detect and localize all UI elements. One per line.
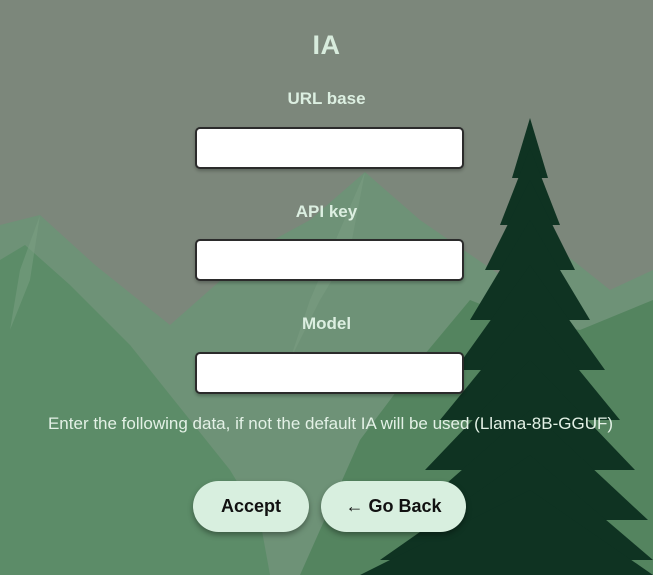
api-key-input[interactable] [195, 239, 464, 281]
go-back-button[interactable]: ← Go Back [321, 481, 466, 532]
api-key-label: API key [295, 202, 358, 221]
model-input[interactable] [195, 352, 464, 394]
url-base-label: URL base [287, 89, 366, 108]
info-text: Enter the following data, if not the def… [47, 414, 614, 433]
url-base-input[interactable] [195, 127, 464, 169]
accept-button[interactable]: Accept [193, 481, 309, 532]
ia-settings-panel: IA URL base API key Model Enter the foll… [0, 0, 653, 575]
page-title: IA [312, 30, 341, 60]
model-label: Model [301, 314, 352, 333]
